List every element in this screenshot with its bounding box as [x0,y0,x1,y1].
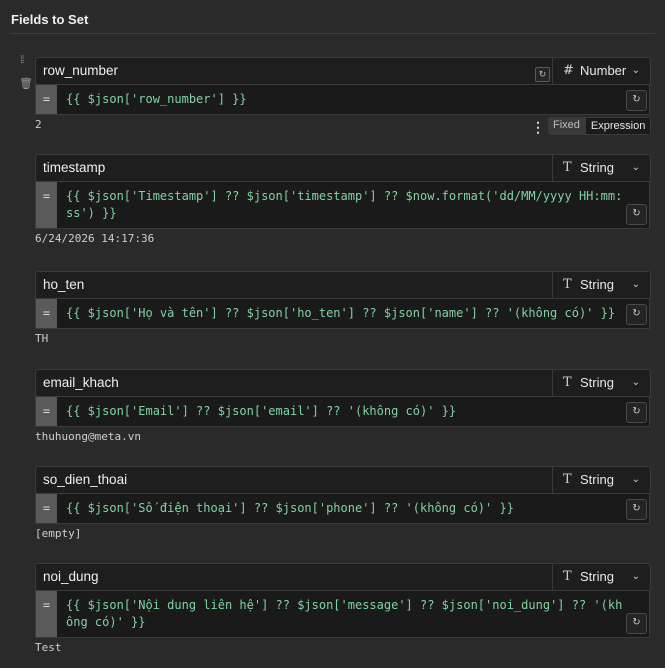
chevron-down-icon: ⌄ [631,571,640,582]
expression-editor[interactable]: = {{ $json['row_number'] }} ↻ [35,85,650,115]
type-select[interactable]: T String ⌄ [552,466,651,494]
expression-code[interactable]: {{ $json['Email'] ?? $json['email'] ?? '… [57,397,649,426]
expression-code[interactable]: {{ $json['Timestamp'] ?? $json['timestam… [57,182,649,228]
type-select[interactable]: T String ⌄ [552,369,651,397]
type-label: String [580,569,614,584]
field-name-input[interactable]: ho_ten [35,271,560,299]
reset-expression-icon[interactable]: ↻ [626,613,647,634]
field-name-input[interactable]: row_number [35,57,560,85]
type-select[interactable]: T String ⌄ [552,563,651,591]
reset-expression-icon[interactable]: ↻ [626,304,647,325]
expression-result: [empty] [35,527,82,540]
expression-result: Test [35,641,62,654]
reset-name-icon[interactable]: ↻ [535,67,550,82]
type-select[interactable]: # Number ⌄ [552,57,651,85]
mode-toggle[interactable]: Fixed Expression [548,117,652,135]
chevron-down-icon: ⌄ [631,474,640,485]
expression-editor[interactable]: = {{ $json['Nội dung liên hệ'] ?? $json[… [35,591,650,638]
field-name-input[interactable]: so_dien_thoai [35,466,560,494]
expression-equals-icon: = [36,591,57,637]
expression-code[interactable]: {{ $json['Họ và tên'] ?? $json['ho_ten']… [57,299,649,328]
field-noi-dung: noi_dung T String ⌄ = {{ $json['Nội dung… [35,563,651,654]
string-type-icon: T [563,472,572,487]
chevron-down-icon: ⌄ [631,279,640,290]
expression-editor[interactable]: = {{ $json['Email'] ?? $json['email'] ??… [35,397,650,427]
chevron-down-icon: ⌄ [631,377,640,388]
expression-result: 6/24/2026 14:17:36 [35,232,155,245]
field-so-dien-thoai: so_dien_thoai T String ⌄ = {{ $json['Số … [35,466,651,540]
expression-code[interactable]: {{ $json['Số điện thoại'] ?? $json['phon… [57,494,649,523]
expression-equals-icon: = [36,182,57,228]
expression-code[interactable]: {{ $json['row_number'] }} [57,85,649,114]
expression-editor[interactable]: = {{ $json['Timestamp'] ?? $json['timest… [35,182,650,229]
drag-handle-icon[interactable]: ⁞⁞ [20,56,24,66]
field-name-input[interactable]: noi_dung [35,563,560,591]
field-email-khach: email_khach T String ⌄ = {{ $json['Email… [35,369,651,443]
mode-expression-button[interactable]: Expression [584,117,652,135]
expression-equals-icon: = [36,397,57,426]
reset-expression-icon[interactable]: ↻ [626,402,647,423]
type-label: String [580,472,614,487]
expression-result: thuhuong@meta.vn [35,430,141,443]
type-label: String [580,277,614,292]
expression-equals-icon: = [36,299,57,328]
expression-code[interactable]: {{ $json['Nội dung liên hệ'] ?? $json['m… [57,591,649,637]
expression-equals-icon: = [36,494,57,523]
string-type-icon: T [563,160,572,175]
expression-result: TH [35,332,49,345]
field-timestamp: timestamp T String ⌄ = {{ $json['Timesta… [35,154,651,245]
string-type-icon: T [563,277,572,292]
reset-expression-icon[interactable]: ↻ [626,499,647,520]
more-options-icon[interactable]: ⋮ [531,119,545,136]
type-select[interactable]: T String ⌄ [552,154,651,182]
field-ho-ten: ho_ten T String ⌄ = {{ $json['Họ và tên'… [35,271,651,345]
reset-expression-icon[interactable]: ↻ [626,204,647,225]
reset-expression-icon[interactable]: ↻ [626,90,647,111]
type-select[interactable]: T String ⌄ [552,271,651,299]
string-type-icon: T [563,569,572,584]
expression-editor[interactable]: = {{ $json['Số điện thoại'] ?? $json['ph… [35,494,650,524]
chevron-down-icon: ⌄ [631,65,640,76]
number-type-icon: # [563,63,574,78]
type-label: String [580,160,614,175]
section-divider [11,33,655,34]
chevron-down-icon: ⌄ [631,162,640,173]
section-title: Fields to Set [11,12,89,27]
expression-equals-icon: = [36,85,57,114]
mode-fixed-button[interactable]: Fixed [548,117,585,135]
trash-icon[interactable]: 🗑 [19,77,33,90]
type-label: Number [580,63,627,78]
type-label: String [580,375,614,390]
string-type-icon: T [563,375,572,390]
field-name-input[interactable]: email_khach [35,369,560,397]
expression-editor[interactable]: = {{ $json['Họ và tên'] ?? $json['ho_ten… [35,299,650,329]
field-name-input[interactable]: timestamp [35,154,560,182]
